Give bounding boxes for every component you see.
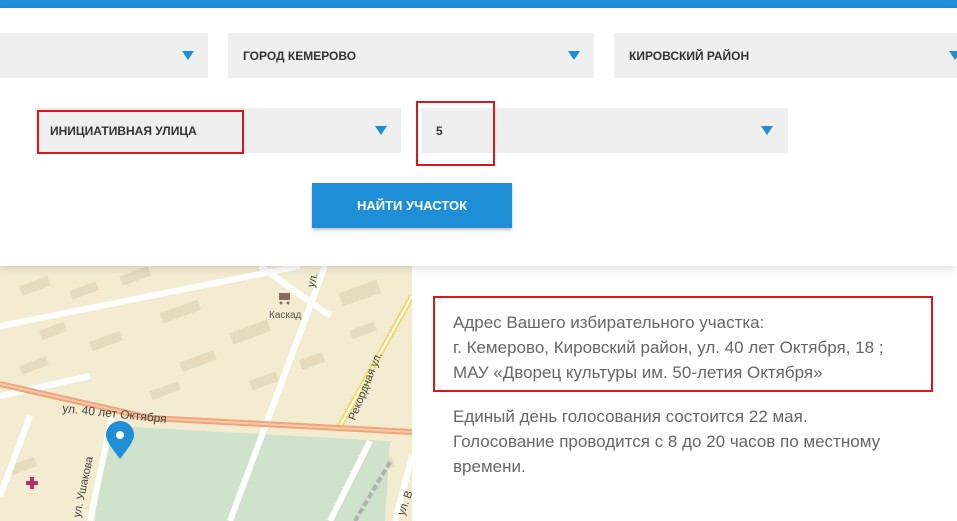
find-precinct-button[interactable]: НАЙТИ УЧАСТОК xyxy=(312,183,512,228)
address-venue: МАУ «Дворец культуры им. 50-летия Октябр… xyxy=(453,363,823,382)
chevron-down-icon xyxy=(568,51,580,60)
chevron-down-icon xyxy=(761,126,773,135)
map[interactable]: ул. 40 лет Октября Рекордная ул. ул. Уша… xyxy=(0,266,412,521)
map-canvas: ул. 40 лет Октября Рекордная ул. ул. Уша… xyxy=(0,266,412,521)
region-select[interactable] xyxy=(0,33,208,78)
chevron-down-icon xyxy=(949,51,957,60)
city-select-value: ГОРОД КЕМЕРОВО xyxy=(243,48,357,63)
voting-info: Единый день голосования состоится 22 мая… xyxy=(453,404,923,479)
voting-hours-cont: времени. xyxy=(453,457,526,476)
house-select[interactable]: 5 xyxy=(421,108,788,153)
chevron-down-icon xyxy=(375,126,387,135)
city-select[interactable]: ГОРОД КЕМЕРОВО xyxy=(228,33,594,78)
house-select-value: 5 xyxy=(436,123,443,138)
street-select[interactable]: ИНИЦИАТИВНАЯ УЛИЦА xyxy=(35,108,401,153)
address-line: г. Кемерово, Кировский район, ул. 40 лет… xyxy=(453,338,884,357)
map-label-shop: Каскад xyxy=(269,310,302,321)
precinct-address: Адрес Вашего избирательного участка: г. … xyxy=(453,310,923,385)
chevron-down-icon xyxy=(182,51,194,60)
address-heading: Адрес Вашего избирательного участка: xyxy=(453,313,765,332)
street-select-value: ИНИЦИАТИВНАЯ УЛИЦА xyxy=(50,123,197,138)
voting-hours: Голосование проводится с 8 до 20 часов п… xyxy=(453,432,881,451)
search-form-panel: ГОРОД КЕМЕРОВО КИРОВСКИЙ РАЙОН ИНИЦИАТИВ… xyxy=(0,8,957,266)
district-select-value: КИРОВСКИЙ РАЙОН xyxy=(629,48,750,63)
district-select[interactable]: КИРОВСКИЙ РАЙОН xyxy=(614,33,957,78)
top-accent-line xyxy=(0,0,957,8)
voting-date: Единый день голосования состоится 22 мая… xyxy=(453,407,808,426)
